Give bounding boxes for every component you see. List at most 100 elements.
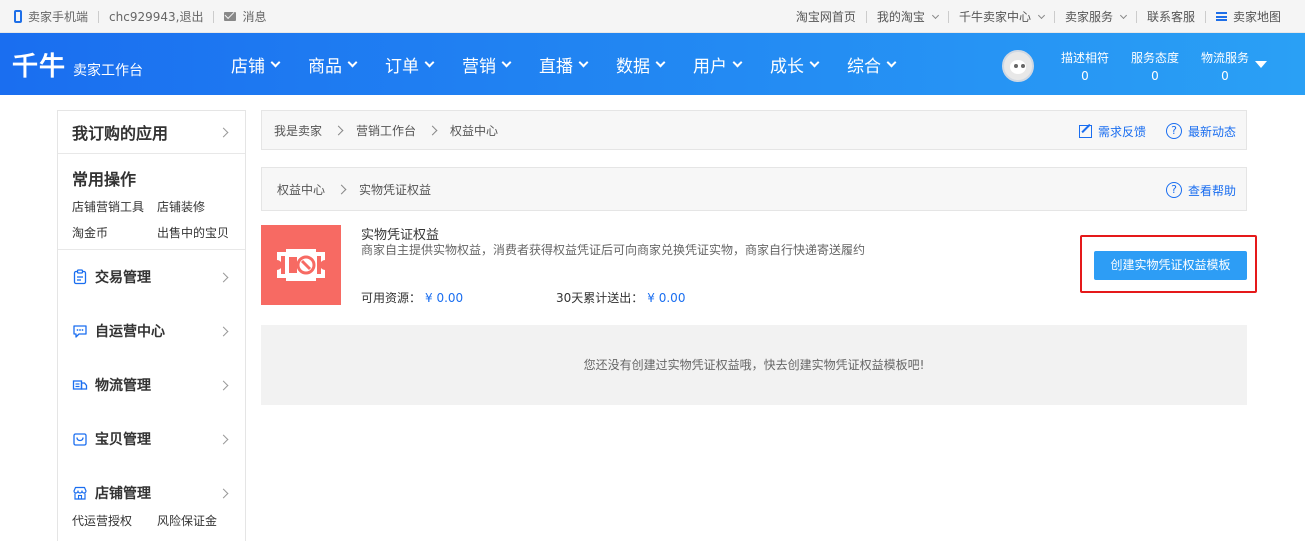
divider: [1053, 10, 1055, 23]
sidebar-trade-management[interactable]: 交易管理: [58, 250, 245, 304]
chevron-right-icon: [218, 488, 229, 498]
qianniu-logo[interactable]: 千牛: [12, 46, 66, 83]
common-operations: 常用操作 店铺营销工具 店铺装修 淘金币 出售中的宝贝: [58, 154, 245, 250]
chevron-right-icon: [333, 125, 344, 135]
nav-users[interactable]: 用户: [693, 52, 743, 77]
nav-data[interactable]: 数据: [616, 52, 666, 77]
section-label: 店铺管理: [95, 486, 151, 502]
nav-shop[interactable]: 店铺: [231, 52, 281, 77]
nav-marketing[interactable]: 营销: [462, 52, 512, 77]
subscribed-apps-title: 我订购的应用: [72, 124, 169, 143]
breadcrumb: 我是卖家 营销工作台 权益中心 需求反馈 ? 最新动态: [261, 110, 1247, 150]
caret-down-icon[interactable]: [1255, 61, 1267, 68]
workbench-label: 卖家工作台: [73, 63, 143, 79]
avatar-eye: [1014, 64, 1018, 68]
nav-growth[interactable]: 成长: [770, 52, 820, 77]
help-label: 查看帮助: [1187, 183, 1236, 198]
rating-label: 描述相符: [1060, 51, 1109, 65]
nav-label: 订单: [385, 56, 419, 77]
top-utility-bar: 卖家手机端 chc929943,退出 消息 淘宝网首页 我的淘宝 千牛卖家中心 …: [0, 0, 1305, 33]
chevron-down-icon: [886, 57, 897, 67]
chevron-right-icon: [218, 326, 229, 336]
seller-center-menu[interactable]: 千牛卖家中心: [958, 8, 1045, 25]
chat-icon: [72, 323, 88, 339]
nav-label: 店铺: [231, 56, 265, 77]
chevron-down-icon: [501, 57, 512, 67]
chevron-down-icon: [732, 57, 743, 67]
help-link[interactable]: ? 查看帮助: [1165, 182, 1236, 199]
seller-mobile-link[interactable]: 卖家手机端: [28, 8, 88, 25]
divider: [98, 10, 100, 23]
messages-link[interactable]: 消息: [242, 8, 266, 25]
rating-value: 0: [1221, 69, 1229, 83]
chevron-down-icon: [270, 57, 281, 67]
breadcrumb-item: 实物凭证权益: [359, 182, 432, 197]
voucher-icon: [261, 225, 341, 305]
nav-goods[interactable]: 商品: [308, 52, 358, 77]
nav-label: 直播: [539, 56, 573, 77]
rating-label: 服务态度: [1130, 51, 1179, 65]
stat-label: 30天累计送出：: [556, 291, 644, 305]
link-label: 卖家服务: [1064, 10, 1113, 24]
sidebar-shop-management[interactable]: 店铺管理: [58, 466, 245, 520]
latest-news-link[interactable]: ? 最新动态: [1165, 123, 1236, 140]
nav-live[interactable]: 直播: [539, 52, 589, 77]
link-taojinbi[interactable]: 淘金币: [72, 224, 157, 241]
link-shop-decoration[interactable]: 店铺装修: [157, 198, 242, 215]
nav-label: 用户: [693, 56, 727, 77]
chevron-right-icon: [218, 434, 229, 444]
link-marketing-tools[interactable]: 店铺营销工具: [72, 198, 157, 215]
seller-map-link[interactable]: 卖家地图: [1215, 8, 1281, 25]
nav-label: 商品: [308, 56, 342, 77]
chevron-right-icon: [218, 272, 229, 282]
breadcrumb-item[interactable]: 营销工作台: [356, 122, 416, 139]
create-template-button[interactable]: 创建实物凭证权益模板: [1094, 251, 1247, 280]
question-icon: ?: [1165, 182, 1182, 198]
rating-label: 物流服务: [1200, 51, 1249, 65]
subscribed-apps-header[interactable]: 我订购的应用: [58, 111, 245, 154]
nav-label: 数据: [616, 56, 650, 77]
taobao-home-link[interactable]: 淘宝网首页: [796, 8, 856, 25]
link-label: 我的淘宝: [876, 10, 925, 24]
sub-breadcrumb: 权益中心 实物凭证权益 ? 查看帮助: [261, 167, 1247, 211]
seller-service-menu[interactable]: 卖家服务: [1064, 8, 1128, 25]
sidebar: 我订购的应用 常用操作 店铺营销工具 店铺装修 淘金币 出售中的宝贝 交易管理 …: [57, 110, 246, 541]
stat-value: ¥ 0.00: [425, 291, 464, 305]
feedback-link[interactable]: 需求反馈: [1078, 123, 1146, 140]
bag-icon: [72, 431, 88, 447]
sidebar-item-management[interactable]: 宝贝管理: [58, 412, 245, 466]
edit-icon: [1078, 124, 1092, 138]
link-label: 千牛卖家中心: [958, 10, 1031, 24]
menu-list-icon: [1215, 12, 1227, 21]
benefit-description: 商家自主提供实物权益，消费者获得权益凭证后可向商家兑换凭证实物，商家自行快递寄送…: [361, 243, 866, 257]
my-taobao-menu[interactable]: 我的淘宝: [876, 8, 939, 25]
rating-description: 描述相符 0: [1050, 49, 1120, 83]
divider: [1135, 10, 1137, 23]
rating-value: 0: [1151, 69, 1159, 83]
mail-icon: [224, 12, 237, 21]
breadcrumb-item[interactable]: 权益中心: [450, 122, 498, 139]
empty-state-message: 您还没有创建过实物凭证权益哦，快去创建实物凭证权益模板吧!: [583, 358, 925, 372]
divider: [1204, 10, 1206, 23]
nav-orders[interactable]: 订单: [385, 52, 435, 77]
clipboard-icon: [72, 269, 88, 285]
avatar[interactable]: [1002, 50, 1034, 82]
section-label: 物流管理: [95, 378, 151, 394]
chevron-down-icon: [655, 57, 666, 67]
nav-general[interactable]: 综合: [847, 52, 897, 77]
breadcrumb-item[interactable]: 权益中心: [277, 181, 325, 198]
breadcrumb-item[interactable]: 我是卖家: [274, 122, 322, 139]
sidebar-logistics-management[interactable]: 物流管理: [58, 358, 245, 412]
nav-label: 成长: [770, 56, 804, 77]
sidebar-self-operation-center[interactable]: 自运营中心: [58, 304, 245, 358]
main-header: 千牛 卖家工作台 店铺 商品 订单 营销 直播 数据 用户 成长 综合 描述相符…: [0, 33, 1305, 95]
shop-ratings: 描述相符 0 服务态度 0 物流服务 0: [1050, 49, 1260, 83]
chevron-down-icon: [424, 57, 435, 67]
contact-service-link[interactable]: 联系客服: [1147, 8, 1195, 25]
common-operations-title: 常用操作: [72, 170, 137, 189]
section-label: 自运营中心: [95, 324, 165, 340]
main-nav: 店铺 商品 订单 营销 直播 数据 用户 成长 综合: [231, 33, 924, 95]
account-logout-link[interactable]: chc929943,退出: [109, 8, 203, 25]
divider: [947, 10, 949, 23]
link-items-on-sale[interactable]: 出售中的宝贝: [157, 224, 242, 241]
